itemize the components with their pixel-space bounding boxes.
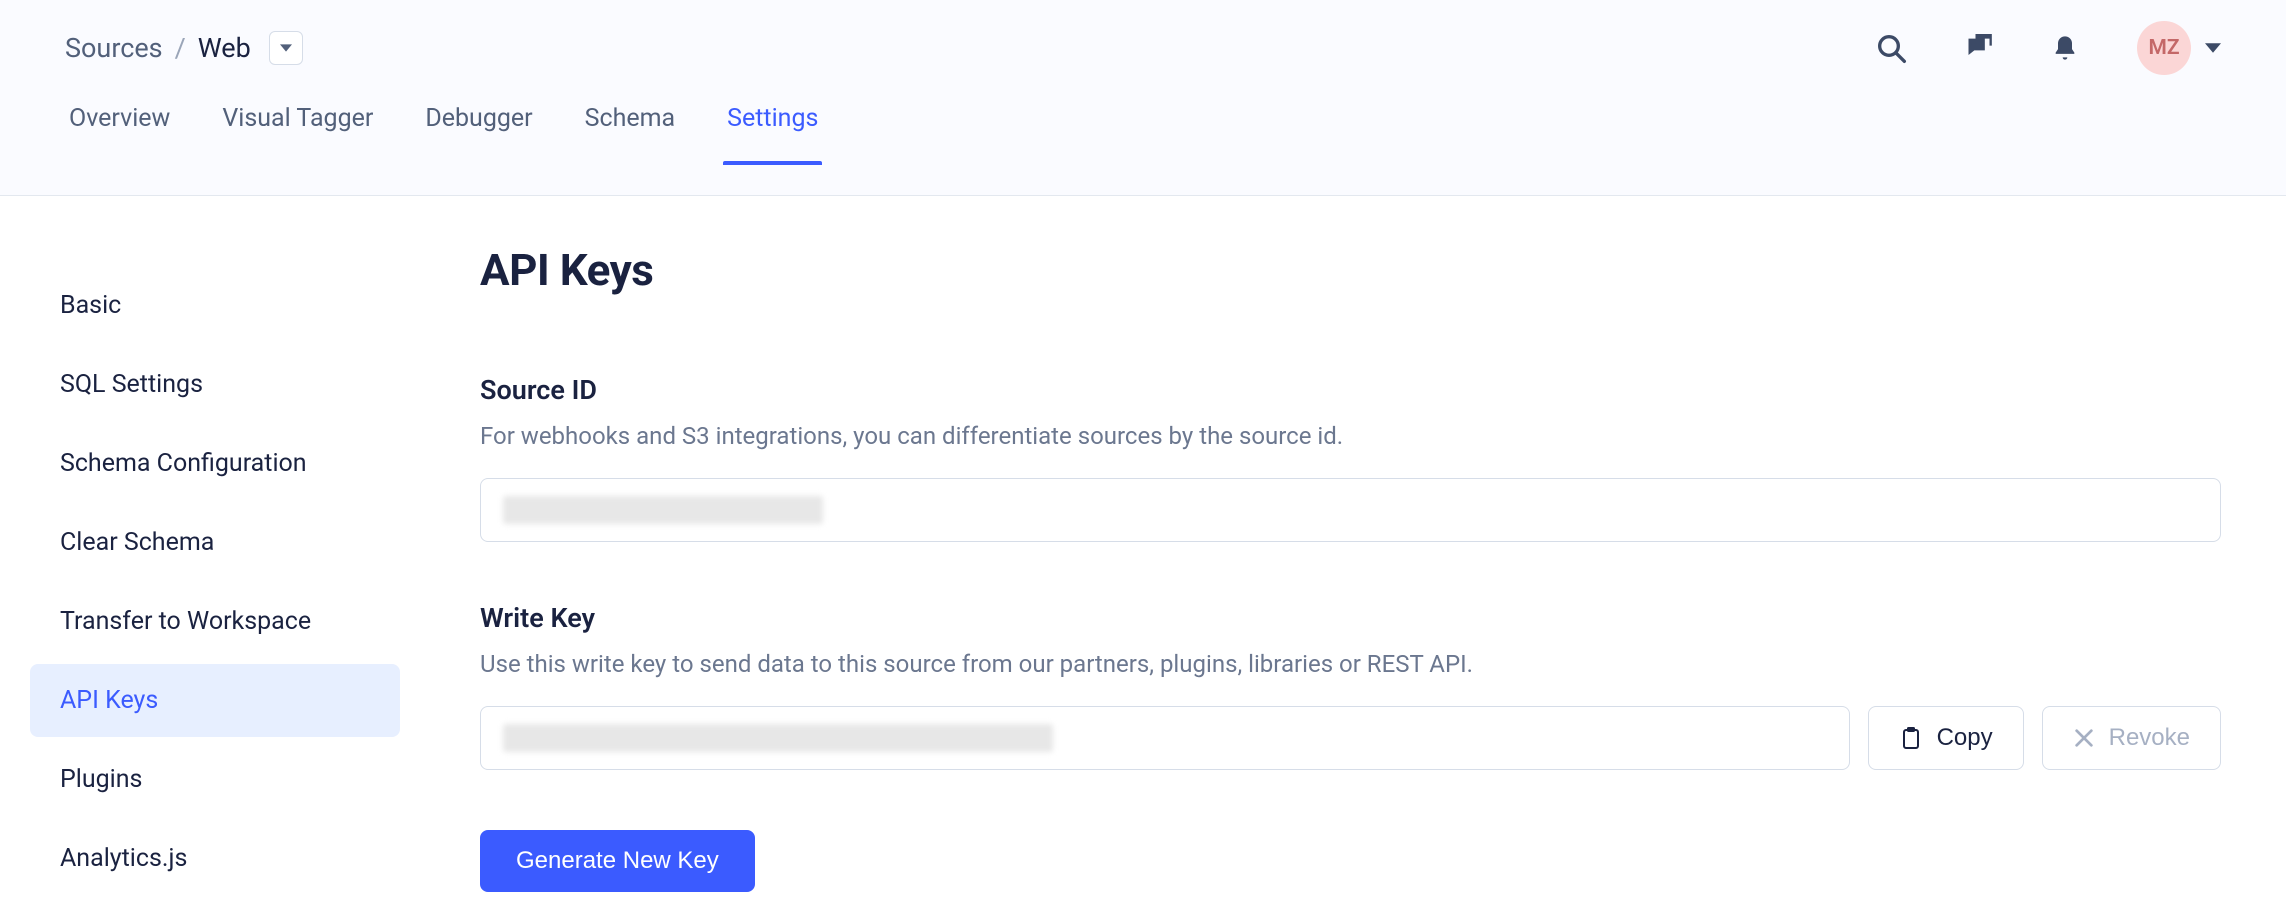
breadcrumb-current: Web (198, 32, 251, 64)
write-key-title: Write Key (480, 602, 2221, 634)
sidebar-item-sql-settings[interactable]: SQL Settings (30, 348, 400, 421)
revoke-button-label: Revoke (2109, 724, 2190, 752)
write-key-row: Copy Revoke (480, 706, 2221, 770)
source-id-section: Source ID For webhooks and S3 integratio… (480, 374, 2221, 542)
caret-down-icon (280, 42, 292, 54)
copy-button[interactable]: Copy (1868, 706, 2024, 770)
bell-icon (2051, 34, 2079, 62)
sidebar-item-schema-configuration[interactable]: Schema Configuration (30, 427, 400, 500)
main: Basic SQL Settings Schema Configuration … (0, 196, 2286, 895)
source-id-description: For webhooks and S3 integrations, you ca… (480, 418, 2221, 454)
header-top: Sources / Web MZ (0, 0, 2286, 96)
tab-settings[interactable]: Settings (723, 96, 822, 163)
generate-new-key-button[interactable]: Generate New Key (480, 830, 755, 892)
sidebar-item-basic[interactable]: Basic (30, 269, 400, 342)
search-button[interactable] (1875, 32, 1907, 64)
close-icon (2073, 727, 2095, 749)
source-id-value-redacted (503, 496, 823, 524)
source-id-field[interactable] (480, 478, 2221, 542)
tab-schema[interactable]: Schema (581, 96, 679, 163)
clipboard-icon (1899, 726, 1923, 750)
revoke-button[interactable]: Revoke (2042, 706, 2221, 770)
messages-button[interactable] (1965, 34, 1993, 62)
tab-debugger[interactable]: Debugger (421, 96, 536, 163)
write-key-field[interactable] (480, 706, 1850, 770)
settings-sidebar: Basic SQL Settings Schema Configuration … (30, 244, 400, 895)
breadcrumb-root[interactable]: Sources (65, 32, 163, 64)
page-header: Sources / Web MZ Overview Visual Tag (0, 0, 2286, 196)
user-menu[interactable]: MZ (2137, 21, 2221, 75)
caret-down-icon (2205, 43, 2221, 53)
avatar: MZ (2137, 21, 2191, 75)
search-icon (1875, 32, 1907, 64)
tab-bar: Overview Visual Tagger Debugger Schema S… (0, 96, 2286, 156)
breadcrumb-dropdown-button[interactable] (269, 31, 303, 65)
write-key-value-redacted (503, 724, 1053, 752)
breadcrumb-separator: / (175, 32, 186, 64)
write-key-description: Use this write key to send data to this … (480, 646, 2221, 682)
sidebar-item-plugins[interactable]: Plugins (30, 743, 400, 816)
tab-overview[interactable]: Overview (65, 96, 174, 163)
page-title: API Keys (480, 244, 2221, 296)
tab-visual-tagger[interactable]: Visual Tagger (218, 96, 377, 163)
notifications-button[interactable] (2051, 34, 2079, 62)
chat-icon (1965, 34, 1993, 62)
sidebar-item-clear-schema[interactable]: Clear Schema (30, 506, 400, 579)
write-key-section: Write Key Use this write key to send dat… (480, 602, 2221, 770)
sidebar-item-transfer-to-workspace[interactable]: Transfer to Workspace (30, 585, 400, 658)
sidebar-item-analytics-js[interactable]: Analytics.js (30, 822, 400, 895)
copy-button-label: Copy (1937, 724, 1993, 752)
breadcrumb: Sources / Web (65, 31, 303, 65)
content: API Keys Source ID For webhooks and S3 i… (480, 244, 2221, 895)
source-id-title: Source ID (480, 374, 2221, 406)
header-actions: MZ (1875, 21, 2221, 75)
sidebar-item-api-keys[interactable]: API Keys (30, 664, 400, 737)
